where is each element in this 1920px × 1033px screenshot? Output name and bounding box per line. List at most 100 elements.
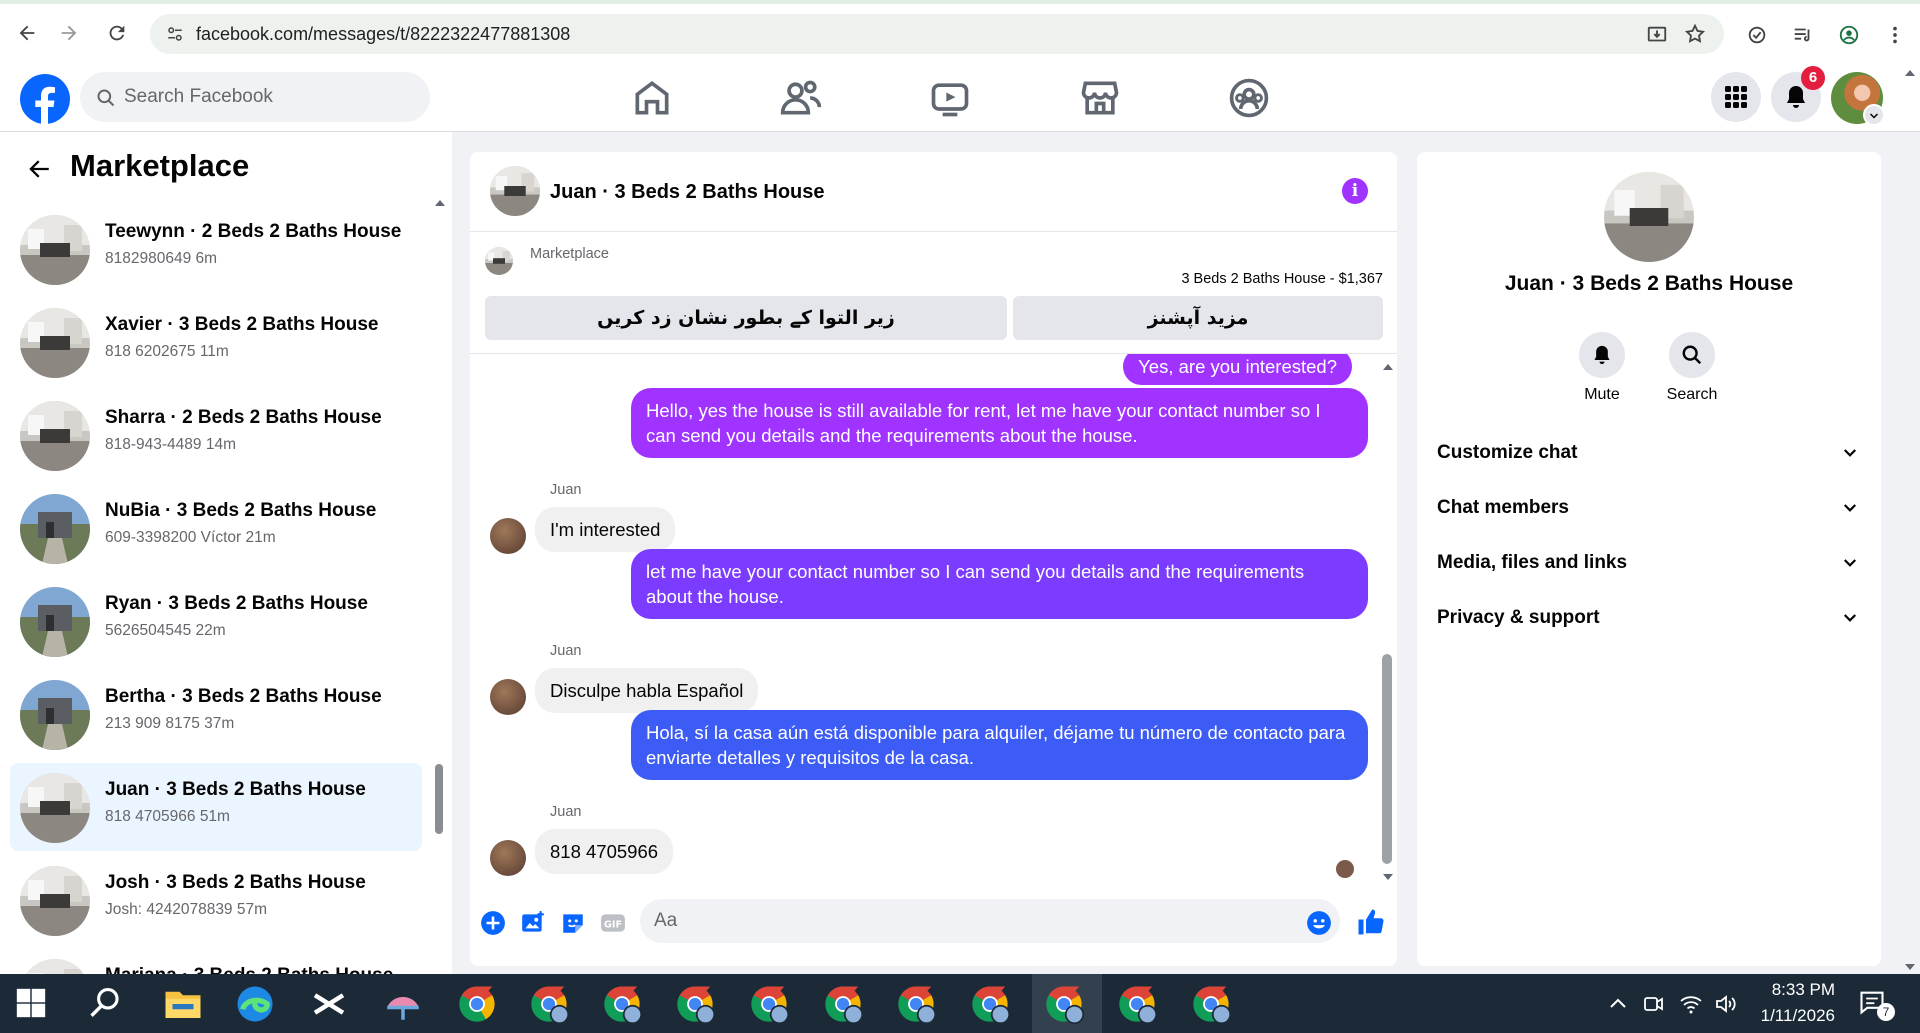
sticker-icon[interactable]	[560, 910, 586, 936]
back-arrow-icon[interactable]	[16, 22, 38, 44]
address-bar[interactable]: facebook.com/messages/t/8222322477881308	[150, 14, 1724, 54]
search-placeholder: Search Facebook	[124, 86, 273, 107]
meet-now-icon[interactable]	[1641, 992, 1665, 1016]
taskbar-search-icon[interactable]	[88, 986, 122, 1020]
chrome-window-icon[interactable]	[969, 983, 1011, 1025]
wifi-icon[interactable]	[1679, 992, 1703, 1016]
extension-icon[interactable]	[1746, 24, 1768, 46]
chrome-window-icon[interactable]	[601, 983, 643, 1025]
friends-icon[interactable]	[779, 76, 823, 120]
conversation-thumbnail	[20, 401, 90, 471]
site-settings-icon[interactable]	[166, 25, 184, 43]
house-photo	[485, 247, 513, 275]
facebook-logo-icon[interactable]	[20, 74, 70, 124]
file-explorer-icon[interactable]	[162, 983, 204, 1025]
chrome-window-icon[interactable]	[456, 983, 498, 1025]
conversation-item[interactable]: Teewynn · 2 Beds 2 Baths House 8182980649…	[10, 205, 422, 293]
listing-title-price[interactable]: 3 Beds 2 Baths House - $1,367	[1181, 271, 1383, 287]
page-scroll-down-arrow-icon[interactable]	[1904, 962, 1916, 972]
emoji-icon[interactable]	[1306, 910, 1332, 936]
facebook-header: Search Facebook 6	[0, 62, 1920, 132]
edge-browser-icon[interactable]	[234, 983, 276, 1025]
page-scroll-up-arrow-icon[interactable]	[1904, 68, 1916, 78]
profile-account-icon[interactable]	[1838, 24, 1860, 46]
sender-avatar[interactable]	[490, 840, 526, 876]
house-photo	[20, 680, 90, 750]
message-input[interactable]	[640, 899, 1340, 943]
home-icon[interactable]	[630, 76, 674, 120]
chrome-window-icon[interactable]	[528, 983, 570, 1025]
search-label: Search	[1666, 386, 1718, 403]
forward-arrow-icon[interactable]	[58, 22, 80, 44]
menu-grid-button[interactable]	[1711, 72, 1761, 122]
conversation-thumbnail	[20, 773, 90, 843]
conversation-name: Josh · 3 Beds 2 Baths House	[105, 872, 366, 893]
photo-icon[interactable]	[520, 910, 546, 936]
show-hidden-icons-icon[interactable]	[1606, 992, 1630, 1016]
conversation-item[interactable]: Mariana · 3 Beds 2 Baths HouseMariana: (…	[10, 949, 422, 974]
conversation-item[interactable]: Sharra · 2 Beds 2 Baths House 818-943-448…	[10, 391, 422, 479]
chrome-window-icon[interactable]	[748, 983, 790, 1025]
conversation-thumbnail	[20, 866, 90, 936]
thumbs-up-icon[interactable]	[1356, 907, 1386, 937]
chevron-down-icon	[1843, 504, 1857, 512]
chrome-window-icon[interactable]	[895, 983, 937, 1025]
conversation-thumbnail	[20, 587, 90, 657]
clock-date[interactable]: 1/11/2026	[1735, 1006, 1835, 1026]
browser-menu-icon[interactable]	[1884, 24, 1906, 46]
scroll-up-arrow-icon[interactable]	[1382, 362, 1394, 372]
conversation-item[interactable]: Josh · 3 Beds 2 Baths House Josh: 4242078…	[10, 856, 422, 944]
scroll-up-arrow-icon[interactable]	[434, 198, 446, 208]
conversation-preview: 818 4705966 51m	[105, 808, 230, 825]
chrome-window-icon[interactable]	[1043, 983, 1085, 1025]
windows-start-icon[interactable]	[14, 986, 48, 1020]
plus-circle-icon[interactable]	[480, 910, 506, 936]
chrome-window-icon[interactable]	[1190, 983, 1232, 1025]
message-outgoing: let me have your contact number so I can…	[631, 549, 1368, 619]
video-icon[interactable]	[928, 76, 972, 120]
mark-pending-button[interactable]: زیر التوا کے بطور نشان زد کریں	[485, 296, 1007, 340]
install-app-icon[interactable]	[1646, 24, 1668, 46]
listing-large-thumbnail[interactable]	[1604, 172, 1694, 262]
chrome-window-icon[interactable]	[822, 983, 864, 1025]
info-icon[interactable]: i	[1342, 178, 1368, 204]
message-outgoing: Yes, are you interested?	[1123, 354, 1352, 385]
groups-icon[interactable]	[1227, 76, 1271, 120]
house-photo	[20, 959, 90, 974]
chat-title[interactable]: Juan · 3 Beds 2 Baths House	[550, 181, 825, 204]
mute-button[interactable]	[1579, 332, 1625, 378]
conversation-item[interactable]: NuBia · 3 Beds 2 Baths House 609-3398200 …	[10, 484, 422, 572]
chat-members-section[interactable]: Chat members	[1437, 487, 1861, 529]
sender-avatar[interactable]	[490, 679, 526, 715]
chat-header: Juan · 3 Beds 2 Baths House i	[470, 152, 1397, 232]
sidebar-scrollbar[interactable]	[435, 764, 443, 834]
snipping-app-icon[interactable]	[382, 983, 424, 1025]
media-controls-icon[interactable]	[1792, 24, 1814, 46]
conversation-item[interactable]: Bertha · 3 Beds 2 Baths House 213 909 817…	[10, 670, 422, 758]
listing-thumbnail[interactable]	[490, 166, 540, 216]
marketplace-listing-banner: Marketplace 3 Beds 2 Baths House - $1,36…	[470, 232, 1397, 352]
reload-icon[interactable]	[106, 22, 128, 44]
capcut-icon[interactable]	[308, 983, 350, 1025]
search-conversation-button[interactable]	[1669, 332, 1715, 378]
bookmark-star-icon[interactable]	[1684, 23, 1706, 45]
sender-avatar[interactable]	[490, 518, 526, 554]
chat-scrollbar[interactable]	[1382, 654, 1392, 864]
back-arrow-icon[interactable]	[26, 156, 52, 182]
scroll-down-arrow-icon[interactable]	[1382, 872, 1394, 882]
chrome-window-icon[interactable]	[674, 983, 716, 1025]
sender-name: Juan	[550, 804, 582, 820]
gif-icon[interactable]: GIF	[600, 910, 626, 936]
conversation-item[interactable]: Juan · 3 Beds 2 Baths House 818 4705966 5…	[10, 763, 422, 851]
privacy-support-section[interactable]: Privacy & support	[1437, 597, 1861, 639]
facebook-search-box[interactable]: Search Facebook	[80, 72, 430, 122]
account-menu-button[interactable]	[1863, 104, 1885, 126]
conversation-item[interactable]: Xavier · 3 Beds 2 Baths House 818 6202675…	[10, 298, 422, 386]
customize-chat-section[interactable]: Customize chat	[1437, 432, 1861, 474]
chrome-window-icon[interactable]	[1116, 983, 1158, 1025]
media-files-links-section[interactable]: Media, files and links	[1437, 542, 1861, 584]
conversation-item[interactable]: Ryan · 3 Beds 2 Baths House 5626504545 22…	[10, 577, 422, 665]
clock-time[interactable]: 8:33 PM	[1755, 980, 1835, 1000]
more-options-button[interactable]: مزید آپشنز	[1013, 296, 1383, 340]
marketplace-icon[interactable]	[1078, 76, 1122, 120]
